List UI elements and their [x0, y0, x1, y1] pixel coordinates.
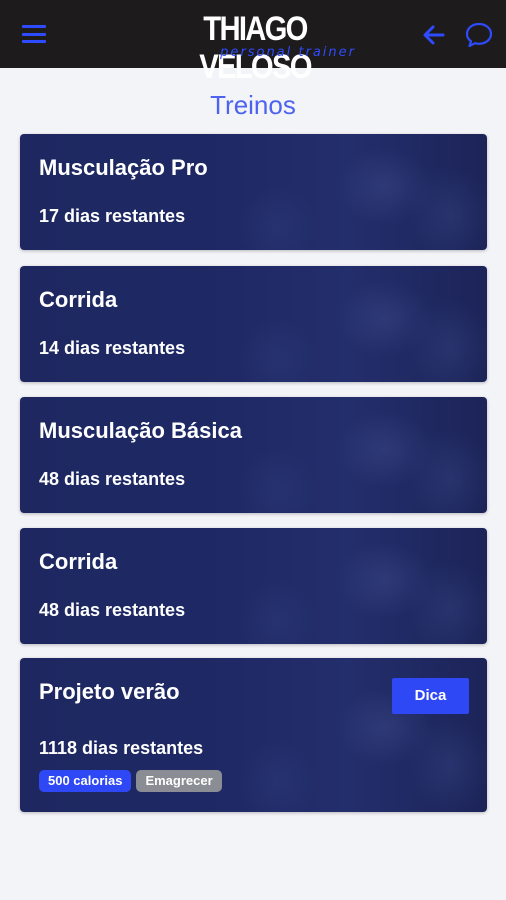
workout-remaining-days: 17 dias restantes	[39, 206, 186, 226]
menu-button[interactable]	[22, 25, 46, 43]
workout-card[interactable]: Musculação Pro 17 dias restantes	[20, 134, 487, 250]
tag-goal: Emagrecer	[136, 770, 222, 792]
tag-calories: 500 calorias	[39, 770, 132, 792]
menu-icon-line	[22, 32, 46, 36]
workout-title: Musculação Pro	[39, 155, 208, 180]
workout-tags: 500 calorias Emagrecer	[39, 770, 222, 792]
workout-card[interactable]: Corrida 48 dias restantes	[20, 528, 487, 644]
menu-icon-line	[22, 25, 46, 28]
chat-bubble-icon	[465, 22, 493, 48]
workout-card[interactable]: Projeto verão Dica 1118 dias restantes 5…	[20, 658, 487, 812]
menu-icon-line	[22, 40, 46, 43]
workout-card[interactable]: Corrida 14 dias restantes	[20, 266, 487, 382]
brand-logo: THIAGO VELOSO personal trainer	[150, 10, 360, 86]
workout-remaining-days: 48 dias restantes	[39, 600, 186, 620]
workout-title: Corrida	[39, 549, 118, 574]
page-title: Treinos	[210, 90, 296, 120]
back-button[interactable]	[421, 22, 447, 48]
top-app-bar: THIAGO VELOSO personal trainer	[0, 0, 506, 86]
tip-button[interactable]: Dica	[392, 678, 469, 714]
workout-title: Musculação Básica	[39, 418, 242, 443]
arrow-left-icon	[423, 25, 445, 45]
workout-title: Projeto verão	[39, 679, 180, 704]
logo-sub-text: personal trainer	[220, 45, 356, 60]
workout-remaining-days: 1118 dias restantes	[39, 738, 204, 758]
chat-button[interactable]	[464, 20, 494, 50]
workout-remaining-days: 48 dias restantes	[39, 469, 186, 489]
workout-remaining-days: 14 dias restantes	[39, 338, 186, 358]
workout-card[interactable]: Musculação Básica 48 dias restantes	[20, 397, 487, 513]
workout-title: Corrida	[39, 287, 118, 312]
